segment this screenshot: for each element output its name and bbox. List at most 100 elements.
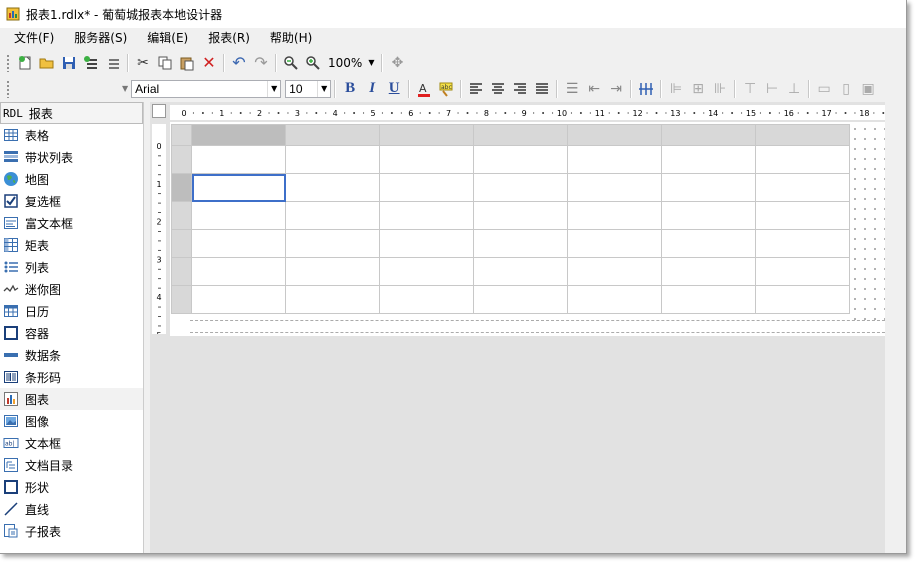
tool-barcode[interactable]: 条形码 <box>0 366 143 388</box>
table-cell[interactable] <box>755 145 850 174</box>
toolbar-overflow-icon[interactable]: ▼ <box>122 84 128 93</box>
tool-table[interactable]: 表格 <box>0 124 143 146</box>
align-lefts-icon[interactable]: ⊫ <box>665 78 687 100</box>
row-handle[interactable] <box>171 229 192 258</box>
align-rights-icon[interactable]: ⊪ <box>709 78 731 100</box>
same-height-icon[interactable]: ▯ <box>835 78 857 100</box>
table-cell[interactable] <box>473 285 568 314</box>
table-cell[interactable] <box>567 229 662 258</box>
font-family-select[interactable]: Arial ▼ <box>131 79 282 98</box>
align-bottoms-icon[interactable]: ⊥ <box>783 78 805 100</box>
table-cell[interactable] <box>379 145 474 174</box>
table-cell[interactable] <box>755 201 850 230</box>
tool-line[interactable]: 直线 <box>0 498 143 520</box>
table-cell[interactable] <box>661 229 756 258</box>
table-cell[interactable] <box>285 145 380 174</box>
row-handle[interactable] <box>171 285 192 314</box>
table-cell[interactable] <box>661 201 756 230</box>
cut-icon[interactable]: ✂ <box>132 52 154 74</box>
table-cell[interactable] <box>379 201 474 230</box>
table-cell[interactable] <box>567 173 662 202</box>
column-handle[interactable] <box>661 124 756 146</box>
column-handle[interactable] <box>473 124 568 146</box>
table-cell[interactable] <box>661 145 756 174</box>
column-handle[interactable] <box>285 124 380 146</box>
align-middles-icon[interactable]: ⊢ <box>761 78 783 100</box>
column-handle[interactable] <box>191 124 286 146</box>
table-cell[interactable] <box>473 257 568 286</box>
background-color-icon[interactable]: abc <box>435 78 457 100</box>
table-cell[interactable] <box>473 173 568 202</box>
tool-matrix[interactable]: 矩表 <box>0 234 143 256</box>
table-cell[interactable] <box>473 201 568 230</box>
tool-chart[interactable]: 图表 <box>0 388 143 410</box>
table-cell[interactable] <box>191 257 286 286</box>
copy-icon[interactable] <box>154 52 176 74</box>
vertical-scrollbar[interactable] <box>885 102 906 553</box>
undo-icon[interactable]: ↶ <box>228 52 250 74</box>
toolbar-grip[interactable] <box>6 79 10 98</box>
tool-shape[interactable]: 形状 <box>0 476 143 498</box>
paste-icon[interactable] <box>176 52 198 74</box>
table-cell[interactable] <box>379 257 474 286</box>
underline-button[interactable]: U <box>383 78 405 100</box>
table-cell[interactable] <box>191 145 286 174</box>
table-cell[interactable] <box>285 285 380 314</box>
align-tops-icon[interactable]: ⊤ <box>739 78 761 100</box>
table-cell[interactable] <box>379 229 474 258</box>
table-cell[interactable] <box>191 285 286 314</box>
table-cell[interactable] <box>473 145 568 174</box>
menu-server[interactable]: 服务器(S) <box>64 28 137 48</box>
table-cell[interactable] <box>661 285 756 314</box>
align-centers-icon[interactable]: ⊞ <box>687 78 709 100</box>
row-handle[interactable] <box>171 145 192 174</box>
table-cell[interactable] <box>285 229 380 258</box>
menu-report[interactable]: 报表(R) <box>198 28 260 48</box>
tool-calendar[interactable]: 日历 <box>0 300 143 322</box>
table-corner-handle[interactable] <box>171 124 192 146</box>
justify-icon[interactable] <box>531 78 553 100</box>
tool-richtext[interactable]: 富文本框 <box>0 212 143 234</box>
row-handle[interactable] <box>171 173 192 202</box>
table-cell[interactable] <box>379 173 474 202</box>
align-left-icon[interactable] <box>465 78 487 100</box>
tool-subreport[interactable]: 子报表 <box>0 520 143 542</box>
pan-icon[interactable]: ✥ <box>386 52 408 74</box>
menu-help[interactable]: 帮助(H) <box>260 28 322 48</box>
report-table[interactable] <box>171 124 850 314</box>
tool-textbox[interactable]: ab| 文本框 <box>0 432 143 454</box>
table-cell[interactable] <box>191 201 286 230</box>
table-cell[interactable] <box>191 229 286 258</box>
decrease-indent-icon[interactable]: ⇤ <box>583 78 605 100</box>
align-right-icon[interactable] <box>509 78 531 100</box>
same-width-icon[interactable]: ▭ <box>813 78 835 100</box>
table-cell[interactable] <box>567 257 662 286</box>
column-handle[interactable] <box>755 124 850 146</box>
tool-map[interactable]: 地图 <box>0 168 143 190</box>
font-color-icon[interactable]: A <box>413 78 435 100</box>
same-size-icon[interactable]: ▣ <box>857 78 879 100</box>
zoom-in-icon[interactable] <box>302 52 324 74</box>
table-cell[interactable] <box>567 145 662 174</box>
table-cell[interactable] <box>567 201 662 230</box>
table-cell[interactable] <box>755 229 850 258</box>
zoom-out-icon[interactable] <box>280 52 302 74</box>
menu-edit[interactable]: 编辑(E) <box>137 28 198 48</box>
increase-indent-icon[interactable]: ⇥ <box>605 78 627 100</box>
toolbar-grip[interactable] <box>6 53 10 72</box>
table-cell[interactable] <box>755 285 850 314</box>
delete-icon[interactable]: ✕ <box>198 52 220 74</box>
tool-sparkline[interactable]: 迷你图 <box>0 278 143 300</box>
font-size-select[interactable]: 10 ▼ <box>285 79 332 98</box>
layout-grid-icon[interactable] <box>635 78 657 100</box>
save-icon[interactable] <box>58 52 80 74</box>
tool-container[interactable]: 容器 <box>0 322 143 344</box>
align-center-icon[interactable] <box>487 78 509 100</box>
tool-image[interactable]: 图像 <box>0 410 143 432</box>
add-item-icon[interactable] <box>80 52 102 74</box>
table-cell[interactable] <box>285 201 380 230</box>
remove-item-icon[interactable] <box>102 52 124 74</box>
zoom-level[interactable]: 100% ▼ <box>324 56 378 70</box>
table-cell[interactable] <box>755 173 850 202</box>
redo-icon[interactable]: ↷ <box>250 52 272 74</box>
